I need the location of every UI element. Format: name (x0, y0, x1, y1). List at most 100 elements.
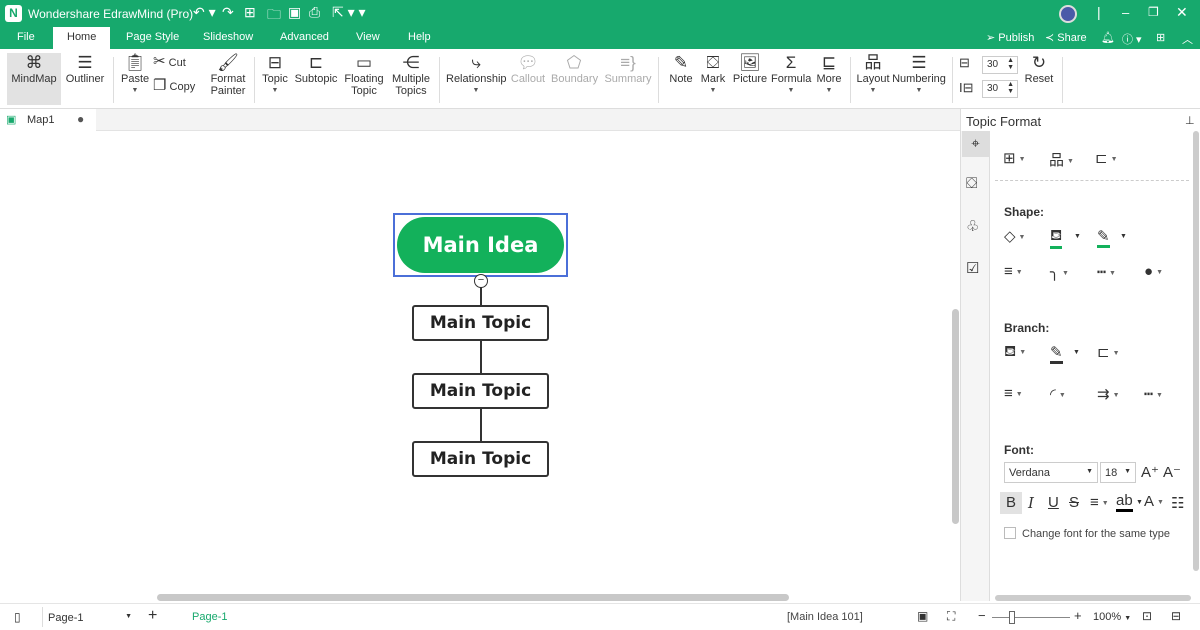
zoom-slider-handle[interactable] (1009, 611, 1015, 624)
corner-icon[interactable]: ╮ ▼ (1050, 263, 1069, 281)
branch-curve-icon[interactable]: ◜ ▼ (1050, 385, 1066, 403)
outliner-button[interactable]: ☰ Outliner (65, 53, 105, 85)
copy-button[interactable]: ❐ Copy (153, 78, 195, 93)
align-icon[interactable]: ≡ ▼ (1090, 494, 1109, 511)
increase-font-icon[interactable]: A⁺ (1141, 463, 1159, 481)
print-icon[interactable]: ⎙ (309, 4, 320, 21)
font-color-icon[interactable]: A ▼ (1144, 493, 1164, 510)
italic-button[interactable]: I (1028, 494, 1034, 512)
main-topic-node[interactable]: Main Topic (412, 373, 549, 409)
branch-line-icon[interactable]: ≡ ▼ (1004, 385, 1023, 402)
avatar[interactable] (1059, 5, 1077, 23)
undo-icon[interactable]: ↶ ▾ (193, 4, 216, 21)
tab-map1[interactable]: ▣ Map1 ● (0, 109, 96, 131)
format-brush-icon[interactable]: ⌖ (962, 131, 989, 157)
main-topic-node[interactable]: Main Topic (412, 305, 549, 341)
dash-style-icon[interactable]: ┅ ▼ (1097, 263, 1116, 281)
menu-advanced[interactable]: Advanced (280, 31, 329, 43)
fit-page-icon[interactable]: ▣ (917, 609, 928, 623)
menu-file[interactable]: File (17, 31, 35, 43)
fullscreen-icon[interactable]: ⛶ (947, 609, 955, 624)
publish-button[interactable]: ➢ Publish (986, 31, 1034, 44)
text-format-icon[interactable]: ☷ (1171, 494, 1184, 512)
numbering-button[interactable]: ☰ Numbering ▼ (891, 53, 947, 97)
minimize-button[interactable]: – (1122, 5, 1129, 20)
menu-slideshow[interactable]: Slideshow (203, 31, 253, 43)
vertical-spacing-input[interactable]: 30 ▲ ▼ (982, 80, 1018, 98)
callout-button[interactable]: 💬︎ Callout (510, 53, 546, 85)
page-select[interactable]: Page-1 ▼ (42, 607, 134, 627)
mindmap-button[interactable]: ⌘ MindMap (7, 53, 61, 105)
collapse-ribbon-icon[interactable]: ︿ (1182, 31, 1193, 47)
cut-button[interactable]: ✂ Cut (153, 54, 186, 69)
zoom-slider[interactable] (992, 617, 1070, 618)
apps-icon[interactable]: ⊞ (1156, 31, 1165, 44)
mark-button[interactable]: ⛋ Mark ▼ (699, 53, 727, 97)
format-painter-button[interactable]: 🖌︎ Format Painter (208, 53, 248, 97)
zoom-in-button[interactable]: + (1074, 608, 1082, 623)
horizontal-spacing-input[interactable]: 30 ▲ ▼ (982, 56, 1018, 74)
bell-icon[interactable]: 🔔︎ (1101, 31, 1115, 44)
font-size-select[interactable]: 18 ▼ (1100, 462, 1136, 483)
summary-button[interactable]: ≡} Summary (604, 53, 652, 85)
zoom-level[interactable]: 100% ▼ (1093, 611, 1131, 623)
multiple-topics-button[interactable]: ⋲ Multiple Topics (390, 53, 432, 97)
menu-help[interactable]: Help (408, 31, 431, 43)
panel-toggle-icon[interactable]: ⊟ (1171, 609, 1181, 623)
main-idea-node[interactable]: Main Idea (397, 217, 564, 273)
share-button[interactable]: ≺ Share (1045, 31, 1087, 44)
pin-icon[interactable]: ⊥ (1185, 114, 1195, 127)
note-button[interactable]: ✎ Note (667, 53, 695, 85)
font-family-select[interactable]: Verdana ▼ (1004, 462, 1098, 483)
mindmap-canvas[interactable]: Main Idea − Main Topic Main Topic Main T… (0, 131, 960, 601)
branch-fill-icon[interactable]: ⛾ ▼ (1004, 343, 1026, 362)
bold-button[interactable]: B (1000, 492, 1022, 514)
restore-button[interactable]: ❐ (1148, 5, 1159, 19)
page-view-icon[interactable]: ▯ (14, 610, 21, 624)
underline-button[interactable]: U (1048, 494, 1059, 511)
fit-window-icon[interactable]: ⊡ (1142, 609, 1152, 623)
branch-connector-icon[interactable]: ⊏ ▼ (1097, 343, 1120, 361)
open-icon[interactable]: 🗀 (267, 4, 281, 28)
menu-home[interactable]: Home (53, 27, 111, 49)
shape-icon[interactable]: ◇ ▼ (1004, 227, 1025, 245)
picture-button[interactable]: 🖼︎ Picture (732, 53, 768, 85)
boundary-button[interactable]: ⬠ Boundary (551, 53, 598, 85)
border-color-icon[interactable]: ✎ (1097, 227, 1110, 248)
shadow-icon[interactable]: ● ▼ (1144, 263, 1163, 280)
layout-style-icon[interactable]: ⊞ ▼ (1003, 149, 1026, 167)
reset-button[interactable]: ↻ Reset (1024, 53, 1054, 85)
strikethrough-button[interactable]: S (1069, 494, 1079, 511)
relationship-button[interactable]: ⤷ Relationship ▼ (446, 53, 507, 97)
menu-view[interactable]: View (356, 31, 380, 43)
mark-icon[interactable]: ⛋ (966, 175, 977, 192)
help-icon[interactable]: ⓘ ▾ (1122, 31, 1142, 47)
save-icon[interactable]: ▣ (288, 4, 301, 21)
same-type-checkbox[interactable] (1004, 527, 1016, 539)
page-tab[interactable]: Page-1 (192, 611, 227, 623)
paste-button[interactable]: 📋︎ Paste ▼ (121, 53, 149, 97)
structure-icon[interactable]: 品 ▼ (1049, 149, 1074, 170)
text-highlight-icon[interactable]: ab (1116, 492, 1133, 512)
branch-color-icon[interactable]: ✎ (1050, 343, 1063, 364)
more-button[interactable]: ⊑ More ▼ (815, 53, 843, 97)
decrease-font-icon[interactable]: A⁻ (1163, 463, 1181, 481)
collapse-icon[interactable]: − (474, 274, 488, 288)
branch-dash-icon[interactable]: ┅ ▼ (1144, 385, 1163, 403)
spin-arrows[interactable]: ▲ ▼ (1007, 81, 1014, 95)
zoom-out-button[interactable]: − (978, 608, 986, 623)
unsaved-dot-icon[interactable]: ● (77, 112, 84, 126)
connector-icon[interactable]: ⊏ ▼ (1095, 149, 1118, 167)
task-icon[interactable]: ☑ (966, 259, 979, 277)
main-topic-node[interactable]: Main Topic (412, 441, 549, 477)
panel-horizontal-scrollbar[interactable] (995, 595, 1191, 601)
redo-icon[interactable]: ↷ (222, 4, 234, 21)
spin-arrows[interactable]: ▲ ▼ (1007, 57, 1014, 71)
horizontal-scrollbar[interactable] (157, 594, 789, 601)
export-icon[interactable]: ⇱ ▾ ▾ (332, 4, 366, 21)
branch-arrow-icon[interactable]: ⇉ ▼ (1097, 385, 1120, 403)
layout-button[interactable]: 品 Layout ▼ (855, 53, 891, 97)
close-button[interactable]: ✕ (1176, 4, 1188, 21)
line-weight-icon[interactable]: ≡ ▼ (1004, 263, 1023, 280)
fill-color-icon[interactable]: ⛾ (1050, 227, 1063, 249)
